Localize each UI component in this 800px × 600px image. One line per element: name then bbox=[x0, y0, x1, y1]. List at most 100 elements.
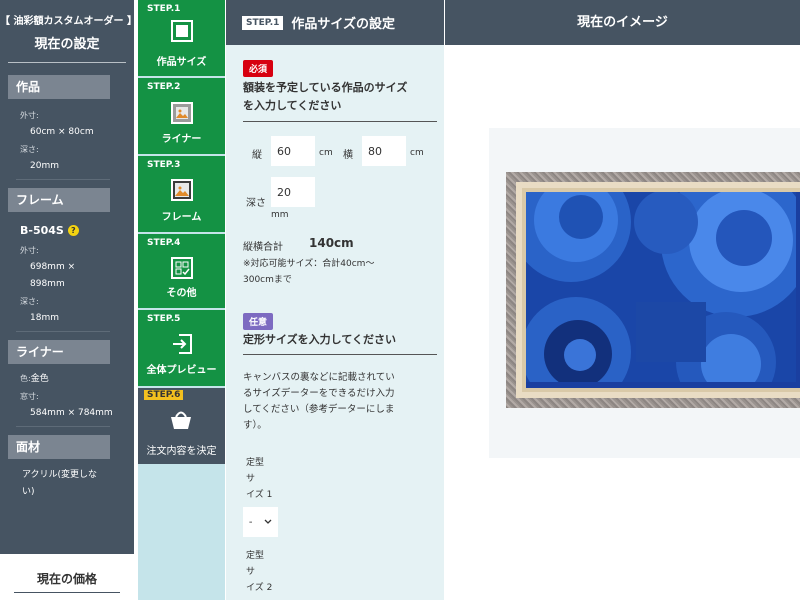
frame-outer-value: 698mm × bbox=[30, 262, 76, 272]
divider bbox=[243, 121, 437, 122]
liner-window-label: 窓寸: bbox=[20, 392, 39, 401]
step-2-button[interactable]: STEP.2 ライナー bbox=[138, 78, 225, 154]
frame-section-head: フレーム bbox=[8, 188, 110, 212]
artwork-section-head: 作品 bbox=[8, 75, 110, 99]
liner-section-head: ライナー bbox=[8, 340, 110, 364]
step-number: STEP.1 bbox=[147, 4, 181, 14]
standard-size-description: キャンバスの裏などに記載されてい るサイズデーターをできるだけ入力 してください… bbox=[243, 370, 439, 434]
size-note-line-2: 300cmまで bbox=[243, 275, 292, 285]
total-value: 140cm bbox=[309, 236, 354, 250]
frame-outer-label: 外寸: bbox=[20, 246, 39, 255]
step-5-button[interactable]: STEP.5 全体プレビュー bbox=[138, 310, 225, 386]
chevron-down-icon bbox=[264, 519, 272, 524]
height-input[interactable]: 60 bbox=[271, 136, 315, 166]
form-header: STEP.1 作品サイズの設定 bbox=[226, 0, 444, 45]
step-number: STEP.4 bbox=[147, 238, 181, 248]
frame-icon bbox=[171, 179, 193, 201]
face-value-2: い) bbox=[22, 487, 35, 497]
form-title: 作品サイズの設定 bbox=[291, 17, 396, 32]
blue-flowers-artwork bbox=[526, 192, 800, 388]
step-label: 注文内容を決定 bbox=[146, 446, 217, 457]
label-line: イズ 1 bbox=[246, 490, 273, 500]
frame-code: B-504S? bbox=[0, 220, 134, 242]
preview-icon bbox=[173, 334, 192, 354]
standard-size-1-label: 定型 サ イズ 1 bbox=[246, 455, 272, 503]
size-form-panel: STEP.1 作品サイズの設定 必須 額装を予定している作品のサイズ を入力して… bbox=[226, 0, 444, 600]
optional-tag: 任意 bbox=[243, 313, 274, 330]
step-1-button[interactable]: STEP.1 作品サイズ bbox=[138, 0, 225, 76]
frame-depth-value: 18mm bbox=[30, 313, 59, 323]
description-line: してください（参考データーにしま bbox=[243, 404, 395, 415]
frame-code-text: B-504S bbox=[20, 224, 64, 237]
current-settings-title: 現在の設定 bbox=[34, 37, 100, 52]
liner-color: 色:金色 bbox=[0, 370, 134, 388]
total-label: 縦横合計 bbox=[243, 242, 283, 253]
divider bbox=[16, 426, 110, 427]
width-label: 横 bbox=[343, 150, 353, 161]
label-line: 定型 bbox=[246, 458, 265, 468]
depth-unit: mm bbox=[271, 210, 289, 220]
required-section: 必須 bbox=[243, 57, 274, 77]
preview-title: 現在のイメージ bbox=[445, 0, 800, 45]
divider bbox=[16, 179, 110, 180]
label-line: サ bbox=[246, 567, 256, 577]
description-line: す）。 bbox=[243, 420, 267, 431]
divider bbox=[243, 354, 437, 355]
height-unit: cm bbox=[319, 148, 333, 158]
brand-title: 【 油彩額カスタムオーダー 】 bbox=[0, 16, 134, 27]
artwork-outer-value: 60cm × 80cm bbox=[30, 127, 94, 137]
label-line: サ bbox=[246, 474, 256, 484]
liner-window-value: 584mm × 784mm bbox=[30, 408, 113, 418]
step-navigation: STEP.1 作品サイズ STEP.2 ライナー STEP.3 フレーム STE… bbox=[138, 0, 225, 600]
help-icon[interactable]: ? bbox=[67, 225, 79, 236]
standard-size-1-select[interactable]: - bbox=[243, 507, 278, 537]
liner-preview bbox=[516, 182, 800, 398]
selected-value: - bbox=[248, 516, 253, 528]
frame-depth-label: 深さ: bbox=[20, 297, 39, 306]
step-number: STEP.6 bbox=[144, 390, 184, 400]
divider bbox=[16, 331, 110, 332]
options-icon bbox=[171, 257, 193, 279]
size-question-line-1: 額装を予定している作品のサイズ bbox=[243, 81, 408, 94]
width-input[interactable]: 80 bbox=[362, 136, 406, 166]
artwork-depth-label: 深さ: bbox=[20, 145, 39, 154]
liner-inner-edge bbox=[522, 188, 800, 392]
artwork-depth-value: 20mm bbox=[30, 161, 59, 171]
standard-size-question: 定形サイズを入力してください bbox=[243, 331, 437, 355]
depth-input[interactable]: 20 bbox=[271, 177, 315, 207]
step-number: STEP.2 bbox=[147, 82, 181, 92]
canvas-icon bbox=[171, 20, 193, 42]
size-note-line-1: ※対応可能サイズ：合計40cm〜 bbox=[243, 259, 375, 269]
step-label: 全体プレビュー bbox=[146, 365, 217, 376]
standard-size-question-text: 定形サイズを入力してください bbox=[243, 333, 397, 346]
liner-color-value: 金色 bbox=[30, 374, 49, 384]
standard-size-2-label: 定型 サ イズ 2 bbox=[246, 548, 272, 596]
frame-outer-value-2: 898mm bbox=[30, 279, 65, 289]
depth-label: 深さ bbox=[246, 198, 266, 209]
current-settings-panel: 【 油彩額カスタムオーダー 】 現在の設定 作品 外寸: 60cm × 80cm… bbox=[0, 0, 134, 600]
step-4-button[interactable]: STEP.4 その他 bbox=[138, 234, 225, 308]
step-6-button[interactable]: STEP.6 注文内容を決定 bbox=[138, 388, 225, 464]
step-number: STEP.5 bbox=[147, 314, 181, 324]
optional-section: 任意 bbox=[243, 310, 274, 330]
face-value: アクリル(変更しな bbox=[22, 470, 98, 480]
description-line: るサイズデーターをできるだけ入力 bbox=[243, 388, 395, 399]
label-line: イズ 2 bbox=[246, 583, 273, 593]
step-label: 作品サイズ bbox=[156, 57, 207, 68]
size-note: ※対応可能サイズ：合計40cm〜 300cmまで bbox=[243, 256, 439, 288]
label-line: 定型 bbox=[246, 551, 265, 561]
size-question-line-2: を入力してください bbox=[243, 99, 342, 112]
preview-panel: 現在のイメージ bbox=[445, 0, 800, 600]
step-badge: STEP.1 bbox=[242, 15, 284, 30]
artwork-outer-label: 外寸: bbox=[20, 111, 39, 120]
frame-preview bbox=[506, 172, 800, 408]
width-unit: cm bbox=[410, 148, 424, 158]
basket-icon bbox=[171, 411, 191, 429]
liner-color-label: 色: bbox=[20, 374, 31, 383]
face-section-head: 面材 bbox=[8, 435, 110, 459]
size-question: 額装を予定している作品のサイズ を入力してください bbox=[243, 79, 437, 122]
artwork-image bbox=[526, 192, 800, 388]
liner-icon bbox=[171, 102, 193, 124]
step-3-button[interactable]: STEP.3 フレーム bbox=[138, 156, 225, 232]
required-tag: 必須 bbox=[243, 60, 274, 77]
